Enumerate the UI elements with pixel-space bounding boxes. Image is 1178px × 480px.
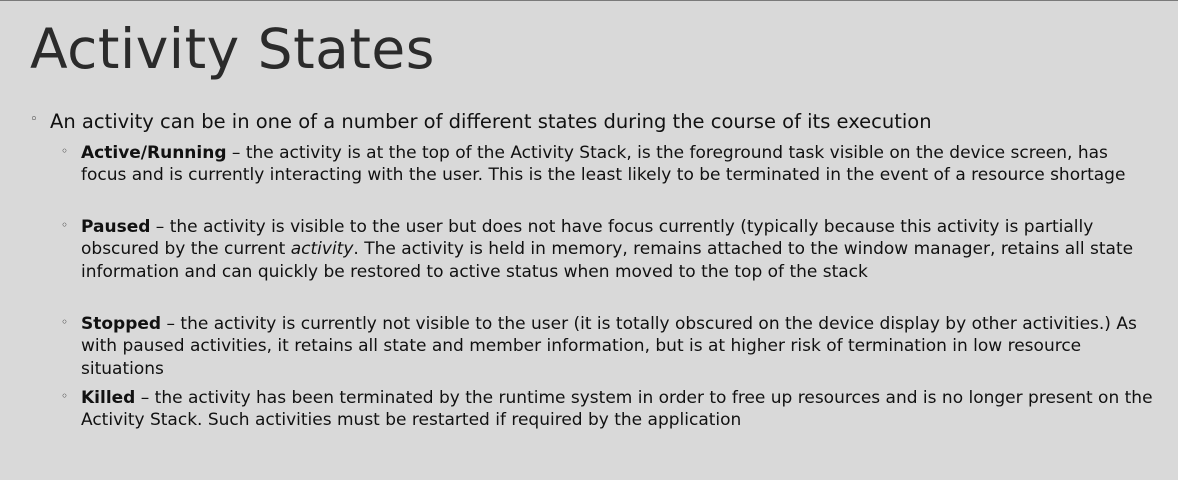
list-item-stopped: Stopped – the activity is currently not … [81, 313, 1156, 380]
top-border-line [0, 0, 1178, 1]
bullet-icon: ◦ [61, 389, 69, 403]
intro-text: An activity can be in one of a number of… [50, 110, 932, 133]
bullet-icon: ◦ [61, 218, 69, 232]
term-label: Killed [81, 388, 136, 408]
bullet-icon: ◦ [61, 315, 69, 329]
list-item-active-running: Active/Running – the activity is at the … [81, 142, 1156, 187]
list-item-killed: Killed – the activity has been terminate… [81, 387, 1156, 432]
slide-title: Activity States [30, 17, 435, 81]
term-description: – the activity is currently not visible … [81, 314, 1137, 379]
term-description: – the activity has been terminated by th… [81, 388, 1153, 431]
term-label: Active/Running [81, 143, 227, 163]
term-label: Paused [81, 217, 151, 237]
list-item-paused: Paused – the activity is visible to the … [81, 216, 1156, 283]
bullet-icon: ◦ [30, 112, 38, 127]
bullet-icon: ◦ [61, 144, 69, 158]
term-description-italic: activity [290, 239, 354, 260]
term-label: Stopped [81, 314, 162, 334]
term-description: – the activity is at the top of the Acti… [81, 143, 1126, 186]
